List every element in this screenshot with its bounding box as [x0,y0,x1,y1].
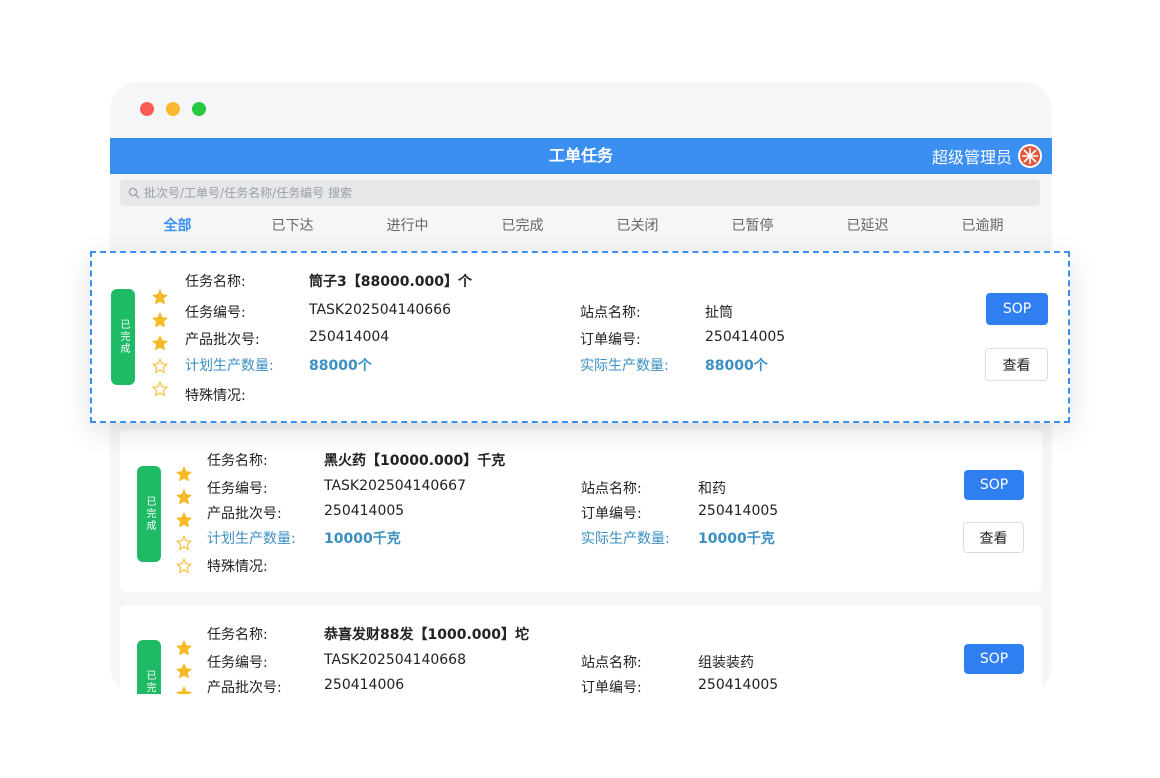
rating-stars [176,466,192,578]
star-filled-icon [152,289,168,309]
special-label: 特殊情况: [207,559,268,575]
actual-qty-label: 实际生产数量: [580,358,669,374]
sop-button[interactable]: SOP [964,470,1024,500]
page-title: 工单任务 [548,146,613,165]
star-filled-icon [176,663,192,683]
actual-qty-value: 10000千克 [698,531,775,547]
view-button[interactable]: 查看 [963,522,1024,553]
station-label: 站点名称: [581,481,642,497]
order-no-value: 250414005 [705,329,786,345]
tab-overdue[interactable]: 已逾期 [925,210,1040,242]
minimize-window-button[interactable] [166,102,180,116]
task-card-selected[interactable]: 已完成 任务名称: 筒子3【88000.000】个 任务编号: TASK2025… [90,251,1070,423]
order-no-label: 订单编号: [581,680,642,694]
star-filled-icon [176,466,192,486]
station-value: 和药 [698,481,726,497]
order-no-label: 订单编号: [580,332,641,348]
close-window-button[interactable] [140,102,154,116]
window-controls [140,102,206,116]
star-filled-icon [152,335,168,355]
planned-qty-value: 88000个 [309,358,372,374]
order-no-label: 订单编号: [581,506,642,522]
batch-no-label: 产品批次号: [207,680,282,694]
tab-issued[interactable]: 已下达 [235,210,350,242]
star-outline-icon [176,535,192,555]
star-outline-icon [152,358,168,378]
sop-button[interactable]: SOP [964,644,1024,674]
batch-no-value: 250414006 [324,677,405,693]
special-label: 特殊情况: [185,388,246,404]
order-no-value: 250414005 [698,677,779,693]
station-value: 扯筒 [705,305,733,321]
planned-qty-label: 计划生产数量: [207,531,296,547]
rating-stars [152,289,168,401]
task-name-value: 黑火药【10000.000】千克 [324,453,506,469]
task-no-label: 任务编号: [207,481,268,497]
star-filled-icon [176,640,192,660]
user-menu[interactable]: 超级管理员 [932,138,1042,174]
station-label: 站点名称: [581,655,642,671]
star-filled-icon [176,489,192,509]
status-badge: 已完成 [137,466,161,562]
tab-completed[interactable]: 已完成 [465,210,580,242]
tab-all[interactable]: 全部 [120,210,235,242]
user-name: 超级管理员 [931,148,1012,167]
status-badge: 已完成 [137,640,161,694]
tab-closed[interactable]: 已关闭 [580,210,695,242]
sop-button[interactable]: SOP [986,293,1048,325]
task-card: 已完成 任务名称: 恭喜发财88发【1000.000】坨 任务编号: TASK2… [120,605,1042,694]
task-card: 已完成 任务名称: 黑火药【10000.000】千克 任务编号: TASK202… [120,430,1042,592]
tab-paused[interactable]: 已暂停 [695,210,810,242]
rating-stars [176,640,192,694]
search-input[interactable] [144,186,994,200]
task-no-value: TASK202504140666 [309,302,451,318]
station-value: 组装装药 [698,655,754,671]
task-name-value: 恭喜发财88发【1000.000】坨 [324,627,529,643]
batch-no-label: 产品批次号: [207,506,282,522]
tab-delayed[interactable]: 已延迟 [810,210,925,242]
batch-no-value: 250414005 [324,503,405,519]
task-name-label: 任务名称: [207,453,268,469]
task-no-label: 任务编号: [207,655,268,671]
task-name-label: 任务名称: [185,274,246,290]
batch-no-value: 250414004 [309,329,390,345]
maximize-window-button[interactable] [192,102,206,116]
search-icon [128,187,140,199]
status-badge: 已完成 [111,289,135,385]
view-button[interactable]: 查看 [985,348,1048,381]
planned-qty-value: 10000千克 [324,531,401,547]
avatar[interactable] [1018,144,1042,168]
station-label: 站点名称: [580,305,641,321]
search-bar[interactable] [120,180,1040,206]
star-filled-icon [176,512,192,532]
tab-in-progress[interactable]: 进行中 [350,210,465,242]
star-filled-icon [176,686,192,694]
actual-qty-value: 88000个 [705,358,768,374]
star-outline-icon [176,558,192,578]
task-no-value: TASK202504140668 [324,652,466,668]
task-no-label: 任务编号: [185,305,246,321]
order-no-value: 250414005 [698,503,779,519]
actual-qty-label: 实际生产数量: [581,531,670,547]
planned-qty-label: 计划生产数量: [185,358,274,374]
avatar-logo-icon [1020,146,1040,166]
star-outline-icon [152,381,168,401]
task-name-label: 任务名称: [207,627,268,643]
app-header: 工单任务 超级管理员 [110,138,1052,174]
task-name-value: 筒子3【88000.000】个 [309,274,472,290]
task-no-value: TASK202504140667 [324,478,466,494]
status-tabs: 全部 已下达 进行中 已完成 已关闭 已暂停 已延迟 已逾期 [120,210,1040,242]
batch-no-label: 产品批次号: [185,332,260,348]
star-filled-icon [152,312,168,332]
